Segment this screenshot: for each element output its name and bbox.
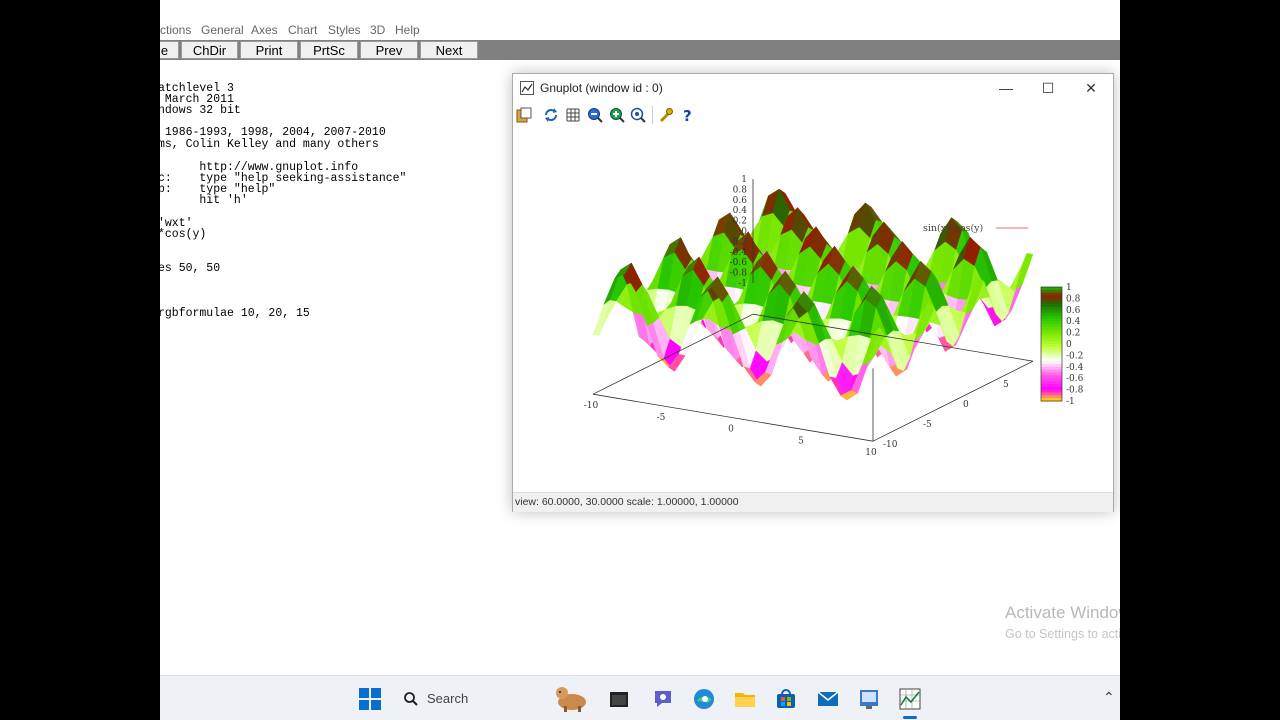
edge-icon[interactable] [692, 687, 716, 711]
window-title: Gnuplot (window id : 0) [540, 81, 663, 95]
console-line: rgbformulae 10, 20, 15 [160, 307, 310, 320]
color-box: 10.8 0.60.4 0.20-0.2 -0.4-0.6 -0.8-1 [1040, 283, 1084, 407]
system-tray-chevron-icon[interactable]: ⌃ [1103, 689, 1115, 706]
minimize-button[interactable]: — [986, 78, 1026, 98]
search-icon [404, 692, 418, 706]
colorbox-tick-label: 0.8 [1066, 294, 1081, 304]
gnuplot-icon[interactable] [898, 687, 922, 711]
zoom-next-icon[interactable] [609, 107, 625, 123]
maximize-button[interactable]: ☐ [1028, 78, 1068, 98]
z-tick-label: -0.2 [730, 237, 747, 247]
y-tick-label: 0 [963, 400, 969, 410]
store-icon[interactable] [774, 687, 798, 711]
active-app-indicator [903, 716, 917, 719]
grid-icon[interactable] [565, 107, 581, 123]
status-bar: view: 60.0000, 30.0000 scale: 1.00000, 1… [513, 492, 1113, 512]
z-tick-label: 0.8 [733, 185, 748, 195]
console-line: *cos(y) [160, 228, 207, 241]
y-tick-label: -5 [923, 420, 932, 430]
desktop-screen: ctions General Axes Chart Styles 3D Help… [160, 0, 1120, 720]
colorbox-tick-label: 1 [1066, 283, 1072, 293]
gnuplot-toolbar: ? [513, 102, 1113, 128]
colorbox-tick-label: -0.6 [1066, 374, 1084, 384]
autoscale-icon[interactable] [630, 107, 646, 123]
next-button[interactable]: Next [420, 41, 478, 59]
x-tick-label: 5 [798, 436, 804, 446]
plot-canvas[interactable]: -10-50510-10-5051010.80.60.40.20-0.2-0.4… [513, 128, 1113, 493]
toolbar-separator [652, 106, 653, 124]
z-tick-label: 0 [741, 227, 747, 237]
surface-mesh [592, 188, 1034, 401]
z-tick-label: 1 [741, 175, 747, 185]
menu-item-general[interactable]: General [201, 23, 244, 37]
replot-icon[interactable] [543, 107, 559, 123]
x-tick-label: 0 [728, 425, 734, 435]
meet-icon[interactable] [651, 687, 675, 711]
copy-clipboard-icon[interactable] [516, 107, 532, 123]
menu-item-3d[interactable]: 3D [370, 23, 385, 37]
z-tick-label: 0.4 [733, 206, 748, 216]
activate-windows-title: Activate Windows [1005, 603, 1120, 622]
z-tick-label: -0.6 [730, 258, 748, 268]
prev-button[interactable]: Prev [360, 41, 418, 59]
windows-start-icon[interactable] [358, 687, 382, 711]
print-button[interactable]: Print [240, 41, 298, 59]
z-tick-label: 0.6 [733, 196, 748, 206]
menu-item-chart[interactable]: Chart [288, 23, 317, 37]
menu-item-help[interactable]: Help [395, 23, 420, 37]
console-line: es 50, 50 [160, 262, 221, 275]
gnuplot-app-icon [520, 81, 534, 95]
taskbar: Search ⌃ [160, 675, 1120, 720]
prtsc-button[interactable]: PrtSc [300, 41, 358, 59]
y-tick-label: 5 [1003, 380, 1009, 390]
mail-icon[interactable] [816, 687, 840, 711]
menu-item-axes[interactable]: Axes [251, 23, 278, 37]
console-line: hit 'h' [160, 194, 248, 207]
gnuplot-window[interactable]: Gnuplot (window id : 0) — ☐ ✕ ? -10 -5 0… [512, 73, 1114, 512]
colorbox-tick-label: 0.2 [1066, 329, 1080, 339]
window-titlebar[interactable]: Gnuplot (window id : 0) — ☐ ✕ [513, 74, 1113, 102]
svg-text:?: ? [683, 107, 692, 123]
menu-item-styles[interactable]: Styles [328, 23, 361, 37]
view-status-text: view: 60.0000, 30.0000 scale: 1.00000, 1… [515, 496, 739, 508]
z-tick-label: -0.4 [730, 248, 748, 258]
console-menubar: ctions General Axes Chart Styles 3D Help [160, 20, 1120, 40]
colorbox-tick-label: 0 [1066, 340, 1072, 350]
x-tick-label: -5 [657, 413, 666, 423]
legend-label: sin(x)*cos(y) [923, 223, 983, 234]
colorbox-tick-label: -0.2 [1066, 351, 1083, 361]
help-icon[interactable]: ? [680, 107, 696, 123]
chdir-button[interactable]: ChDir [181, 41, 238, 59]
colorbox-tick-label: 0.4 [1066, 317, 1081, 327]
colorbox-tick-label: -0.4 [1066, 363, 1084, 373]
folder-icon[interactable] [733, 687, 757, 711]
search-placeholder: Search [427, 691, 469, 706]
console-line: ms, Colin Kelley and many others [160, 138, 379, 151]
colorbox-tick-label: -0.8 [1066, 386, 1084, 396]
colorbox-tick-label: -1 [1066, 397, 1075, 407]
taskbar-search-box[interactable]: Search [395, 685, 595, 713]
app-icon[interactable] [857, 687, 881, 711]
activate-windows-subtitle: Go to Settings to activate Windows. [1005, 627, 1120, 641]
surface-plot: -10-50510-10-5051010.80.60.40.20-0.2-0.4… [584, 175, 1084, 458]
y-tick-label: -10 [883, 440, 898, 450]
console-line: ndows 32 bit [160, 104, 241, 117]
menu-item-0[interactable]: ctions [160, 23, 191, 37]
open-button[interactable]: e [160, 41, 179, 59]
console-toolbar: e ChDir Print PrtSc Prev Next [160, 40, 1120, 60]
file-explorer-icon[interactable] [607, 687, 631, 711]
z-tick-label: -0.8 [730, 269, 748, 279]
options-icon[interactable] [658, 107, 674, 123]
z-tick-label: 0.2 [733, 217, 747, 227]
z-tick-label: -1 [738, 279, 747, 289]
zoom-prev-icon[interactable] [587, 107, 603, 123]
close-button[interactable]: ✕ [1071, 78, 1111, 98]
colorbox-tick-label: 0.6 [1066, 306, 1081, 316]
search-highlight-icon [556, 687, 586, 712]
x-tick-label: -10 [584, 401, 599, 411]
x-tick-label: 10 [865, 448, 877, 458]
